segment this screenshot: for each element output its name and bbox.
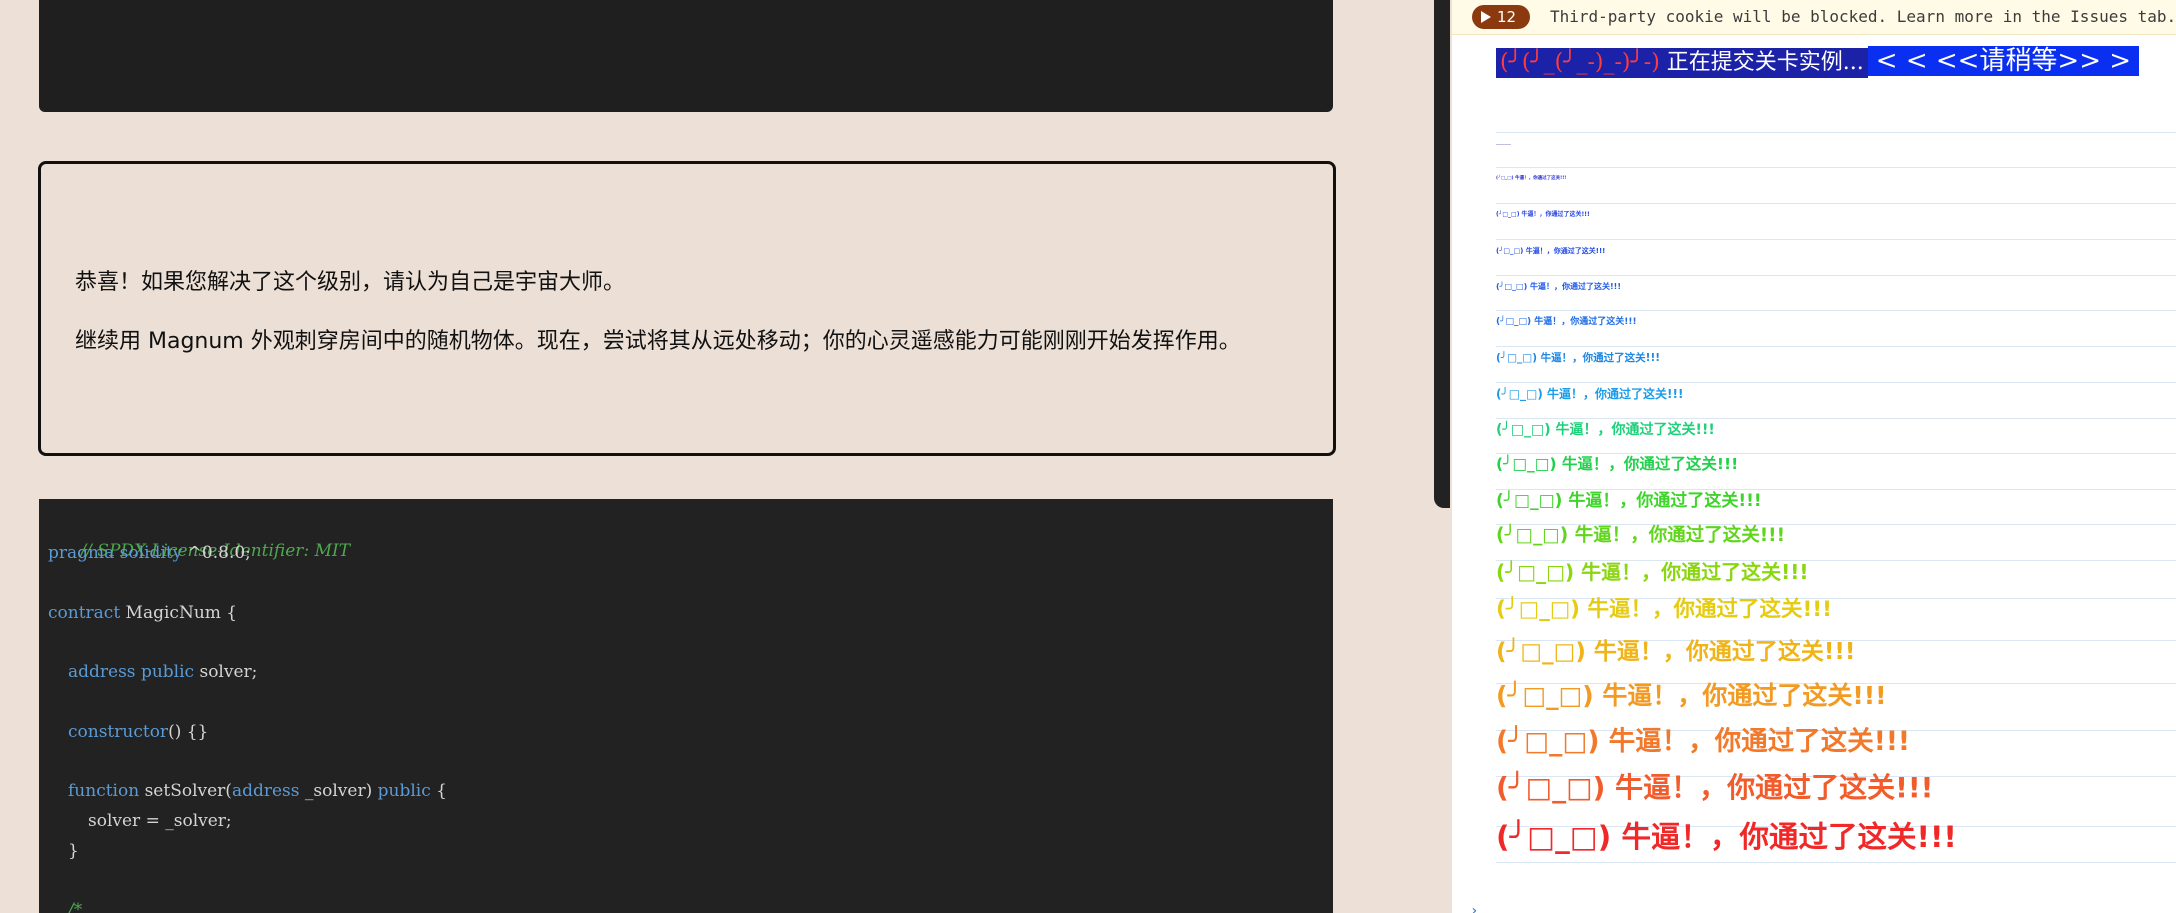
code-text: solver = _solver; [88, 811, 232, 831]
code-text: MagicNum { [120, 603, 238, 623]
page-content: 恭喜！如果您解决了这个级别，请认为自己是宇宙大师。 继续用 Magnum 外观刺… [0, 0, 1450, 913]
console-log-message: (╯□_□) 牛逼！，你通过了这关!!! [1496, 351, 1661, 364]
code-line-2: pragma solidity ^0.8.0; [48, 539, 251, 567]
console-log-message: ————— [1496, 141, 1511, 146]
success-message-line-2: 继续用 Magnum 外观刺穿房间中的随机物体。现在，尝试将其从远处移动；你的心… [75, 329, 1241, 354]
console-log-message: (╯□_□) 牛逼！，你通过了这关!!! [1496, 560, 1809, 584]
issues-message: Third-party cookie will be blocked. Lear… [1550, 7, 2176, 26]
code-line-8: constructor() {} [68, 718, 208, 746]
code-text: { [430, 781, 447, 801]
code-text: } [68, 841, 79, 861]
console-log-message: (╯□_□) 牛逼！，你通过了这关!!! [1496, 638, 1856, 665]
console-log-message: (╯□_□) 牛逼！，你通过了这关!!! [1496, 175, 1567, 181]
previous-code-block [39, 0, 1333, 112]
issues-bar: 12 Third-party cookie will be blocked. L… [1452, 0, 2176, 35]
console-log-message: (╯□_□) 牛逼！，你通过了这关!!! [1496, 282, 1621, 291]
code-line-11: solver = _solver; [88, 807, 232, 835]
code-line-4: contract MagicNum { [48, 599, 237, 627]
console-row-separator [1496, 239, 2176, 240]
code-text: setSolver( [139, 781, 232, 801]
console-row-separator [1496, 275, 2176, 276]
console-prompt-icon[interactable]: › [1470, 903, 1480, 913]
console-log-message: (╯□_□) 牛逼！，你通过了这关!!! [1496, 524, 1786, 546]
code-line-1: // SPDX-License-Identifier: MIT [48, 509, 350, 561]
console-log-message: (╯□_□) 牛逼！，你通过了这关!!! [1496, 387, 1684, 401]
console-row-separator [1496, 132, 2176, 133]
play-icon [1481, 11, 1491, 23]
code-keyword: function [68, 781, 140, 801]
console-row-separator [1496, 453, 2176, 454]
code-line-6: address public solver; [68, 658, 257, 686]
code-keyword: contract [48, 603, 121, 623]
code-keyword: constructor [68, 722, 169, 742]
console-log-message: (╯□_□) 牛逼！，你通过了这关!!! [1496, 820, 1957, 855]
code-text: () {} [168, 722, 209, 742]
console-row-separator [1496, 203, 2176, 204]
devtools-console: 12 Third-party cookie will be blocked. L… [1452, 0, 2176, 913]
console-log-message: (╯□_□) 牛逼！，你通过了这关!!! [1496, 422, 1715, 438]
console-log-message: (╯□_□) 牛逼！，你通过了这关!!! [1496, 490, 1762, 511]
console-log-message: (╯□_□) 牛逼！，你通过了这关!!! [1496, 246, 1606, 255]
console-log-message: (╯□_□) 牛逼！，你通过了这关!!! [1496, 597, 1832, 623]
console-log-message: (╯□_□) 牛逼！，你通过了这关!!! [1496, 725, 1910, 757]
please-wait-text: < < <<请稍等>> > [1867, 46, 2140, 76]
console-log-message: (╯□_□) 牛逼！，你通过了这关!!! [1496, 771, 1934, 804]
issues-count: 12 [1497, 8, 1517, 26]
code-keyword: pragma solidity [48, 543, 183, 563]
submitting-label: 正在提交关卡实例... [1659, 50, 1864, 75]
console-log-message: (╯□_□) 牛逼！，你通过了这关!!! [1496, 211, 1590, 218]
code-keyword: address public [68, 662, 195, 682]
console-log-message: (╯□_□) 牛逼！，你通过了这关!!! [1496, 455, 1739, 474]
solidity-code-block: // SPDX-License-Identifier: MIT pragma s… [39, 499, 1333, 913]
submitting-banner: (╯(╯_(╯_-)_-)╯-) 正在提交关卡实例... < < <<请稍等>> … [1496, 46, 2140, 78]
kaomoji-text: (╯(╯_(╯_-)_-)╯-) [1500, 50, 1660, 75]
success-message-line-1: 恭喜！如果您解决了这个级别，请认为自己是宇宙大师。 [75, 270, 626, 295]
console-log-message: (╯□_□) 牛逼！，你通过了这关!!! [1496, 680, 1887, 710]
code-line-10: function setSolver(address _solver) publ… [68, 777, 447, 805]
code-keyword: public [377, 781, 431, 801]
console-row-separator [1496, 382, 2176, 383]
issues-count-badge[interactable]: 12 [1472, 5, 1530, 29]
code-line-12: } [68, 837, 79, 865]
scrollbar-track[interactable] [1434, 0, 1450, 508]
console-log-message: (╯□_□) 牛逼！，你通过了这关!!! [1496, 316, 1637, 327]
success-message-box: 恭喜！如果您解决了这个级别，请认为自己是宇宙大师。 继续用 Magnum 外观刺… [38, 161, 1336, 456]
console-row-separator [1496, 862, 2176, 863]
console-row-separator [1496, 346, 2176, 347]
console-row-separator [1496, 418, 2176, 419]
submitting-text: (╯(╯_(╯_-)_-)╯-) 正在提交关卡实例... [1496, 48, 1868, 78]
console-row-separator [1496, 310, 2176, 311]
code-keyword: address [231, 781, 300, 801]
code-text: ^0.8.0; [182, 543, 251, 563]
code-comment: /* [68, 900, 83, 913]
code-text: _solver) [299, 781, 378, 801]
code-line-14: /* [68, 896, 82, 913]
code-text: solver; [194, 662, 258, 682]
console-row-separator [1496, 167, 2176, 168]
